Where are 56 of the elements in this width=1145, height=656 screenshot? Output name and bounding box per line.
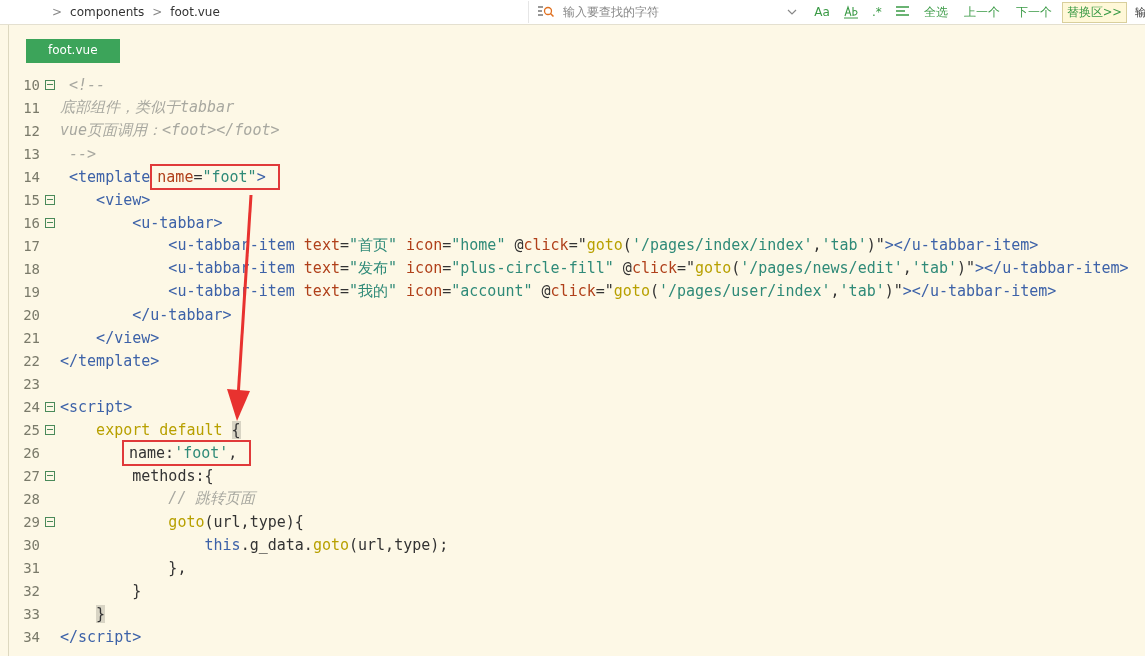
code-line: </view> (95, 328, 160, 347)
line-number: 21 (22, 329, 40, 346)
line-number: 22 (22, 352, 40, 369)
line-number: 33 (22, 605, 40, 622)
find-button[interactable]: 上一个 (957, 1, 1006, 23)
code-line: } (131, 581, 142, 600)
code-line: 底部组件，类似于tabbar (60, 98, 235, 117)
line-number: 11 (22, 99, 40, 116)
breadcrumb-separator: > (52, 5, 63, 19)
line-number: 15 (22, 191, 40, 208)
code-line: goto(url,type){ (167, 512, 304, 531)
option-button[interactable]: .* (866, 3, 887, 21)
file-tab[interactable]: foot.vue (26, 39, 120, 63)
line-number: 16 (22, 214, 40, 231)
line-number: 31 (22, 559, 40, 576)
code-line: </u-tabbar> (131, 305, 232, 324)
code-line: </script> (60, 627, 142, 646)
line-number: 27 (22, 467, 40, 484)
line-number: 30 (22, 536, 40, 553)
code-line: export default { (95, 420, 241, 439)
breadcrumb-item[interactable]: foot.vue (170, 5, 220, 19)
line-number: 34 (22, 628, 40, 645)
code-line: vue页面调用：<foot></foot> (60, 121, 280, 140)
line-number: 10 (22, 76, 40, 93)
code-line: // 跳转页面 (167, 489, 256, 508)
code-line: --> (68, 144, 97, 163)
line-number: 19 (22, 283, 40, 300)
search-field[interactable]: 输入要查找的字符 (561, 4, 782, 20)
code-line: <!-- (68, 75, 106, 94)
code-line: methods:{ (131, 466, 214, 485)
line-number: 20 (22, 306, 40, 323)
code-line: <view> (95, 190, 151, 209)
line-number: 17 (22, 237, 40, 254)
replace-toggle[interactable]: 替换区>> (1061, 1, 1127, 23)
line-number: 18 (22, 260, 40, 277)
code-line: </template> (60, 351, 160, 370)
line-number: 12 (22, 122, 40, 139)
find-button[interactable]: 下一个 (1009, 1, 1058, 23)
line-number: 24 (22, 398, 40, 415)
line-number: 26 (22, 444, 40, 461)
breadcrumb-item[interactable]: components (70, 5, 145, 19)
line-number: 29 (22, 513, 40, 530)
line-number: 32 (22, 582, 40, 599)
find-button[interactable]: 全选 (917, 1, 954, 23)
line-number: 25 (22, 421, 40, 438)
line-number: 28 (22, 490, 40, 507)
code-line: <script> (60, 397, 133, 416)
line-number: 13 (22, 145, 40, 162)
breadcrumb-separator: > (152, 5, 163, 19)
toolbar-label: 输 (1135, 4, 1145, 20)
code-line: }, (167, 558, 187, 577)
line-number: 23 (22, 375, 40, 392)
code-line: this.g_data.goto(url,type); (203, 535, 449, 554)
line-number: 14 (22, 168, 40, 185)
option-button[interactable]: Aa (809, 3, 835, 21)
code-line: <u-tabbar> (131, 213, 223, 232)
